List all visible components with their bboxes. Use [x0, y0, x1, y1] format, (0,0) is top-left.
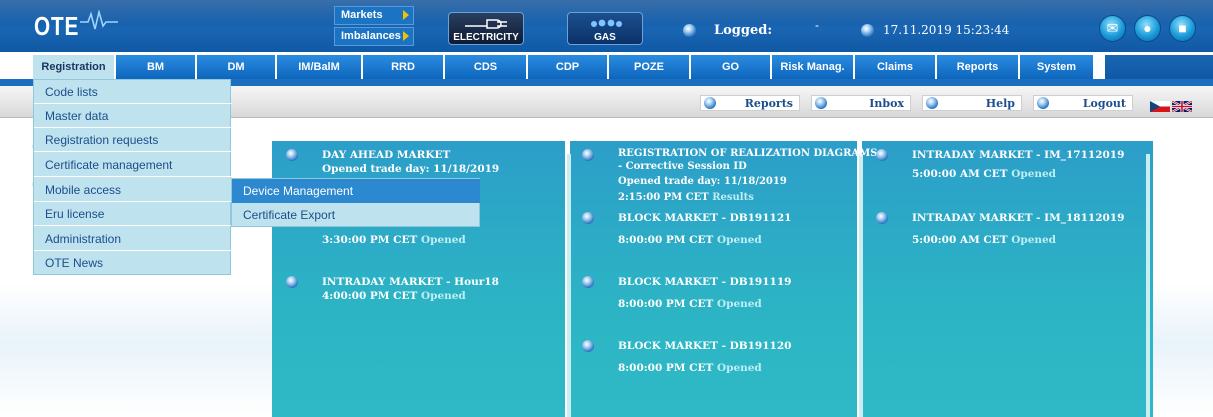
menu-item-ote-news[interactable]: OTE News — [34, 251, 232, 275]
nav-reports[interactable]: Reports — [937, 55, 1020, 79]
czech-flag-icon — [1150, 101, 1170, 112]
gas-button[interactable]: GAS — [567, 12, 643, 45]
menu-item-registration-requests[interactable]: Registration requests — [34, 128, 232, 152]
inbox-button[interactable]: Inbox — [811, 95, 911, 111]
logout-button[interactable]: Logout — [1033, 95, 1133, 111]
electricity-plug-icon — [465, 19, 507, 29]
language-flags-icon[interactable] — [1150, 101, 1192, 112]
nav-claims[interactable]: Claims — [855, 55, 937, 79]
logout-dot-icon — [1037, 97, 1049, 109]
menu-item-code-lists[interactable]: Code lists — [34, 80, 232, 104]
reports-dot-icon — [704, 97, 716, 109]
event-block-db191120: BLOCK MARKET - DB191120 8:00:00 PM CET O… — [582, 339, 791, 375]
registration-dropdown: Code lists Master data Registration requ… — [33, 79, 232, 275]
submenu-item-certificate-export[interactable]: Certificate Export — [232, 203, 480, 227]
event-block-db191119: BLOCK MARKET - DB191119 8:00:00 PM CET O… — [582, 275, 791, 311]
reports-button[interactable]: Reports — [700, 95, 800, 111]
nav-im-balm[interactable]: IM/BalM — [277, 55, 363, 79]
main-nav: Registration BM DM IM/BalM RRD CDS CDP P… — [33, 55, 1105, 79]
nav-risk-manag[interactable]: Risk Manag. — [772, 55, 855, 79]
menu-item-master-data[interactable]: Master data — [34, 104, 232, 128]
menu-item-mobile-access[interactable]: Mobile access — [34, 178, 232, 202]
top-header: OTE Markets Imbalances ELECTRICITY GAS L… — [0, 0, 1213, 52]
menu-item-eru-license[interactable]: Eru license — [34, 202, 232, 226]
menu-item-certificate-management[interactable]: Certificate management — [34, 153, 232, 177]
event-intraday-im18112019: INTRADAY MARKET - IM_18112019 5:00:00 AM… — [876, 211, 1124, 247]
panel-divider — [1146, 154, 1150, 417]
logged-label: Logged: — [714, 23, 773, 38]
menu-item-administration[interactable]: Administration — [34, 227, 232, 251]
arrow-right-icon — [403, 10, 409, 20]
logged-user: - — [815, 18, 819, 32]
event-block-db191121: BLOCK MARKET - DB191121 8:00:00 PM CET O… — [582, 211, 791, 247]
arrow-right-icon — [403, 31, 409, 41]
event-dot-icon — [876, 149, 888, 161]
event-dot-icon — [582, 276, 594, 288]
event-registration-diagrams: REGISTRATION OF REALIZATION DIAGRAMS - C… — [582, 148, 877, 204]
nav-rrd[interactable]: RRD — [363, 55, 445, 79]
nav-poze[interactable]: POZE — [609, 55, 691, 79]
event-intraday-im17112019: INTRADAY MARKET - IM_17112019 5:00:00 AM… — [876, 148, 1124, 181]
help-button[interactable]: Help — [922, 95, 1022, 111]
event-intraday-hour18: INTRADAY MARKET - Hour18 4:00:00 PM CET … — [286, 275, 499, 303]
nav-cdp[interactable]: CDP — [528, 55, 609, 79]
inbox-dot-icon — [815, 97, 827, 109]
nav-registration[interactable]: Registration — [33, 55, 116, 79]
status-dot-icon — [683, 24, 696, 37]
logo-wave-icon — [80, 10, 118, 30]
imbalances-button[interactable]: Imbalances — [334, 27, 414, 46]
nav-filler — [1105, 55, 1213, 79]
event-dot-icon — [286, 149, 298, 161]
event-dot-icon — [286, 276, 298, 288]
mail-icon[interactable]: ✉ — [1099, 15, 1126, 42]
clock-dot-icon — [861, 24, 874, 37]
nav-system[interactable]: System — [1020, 55, 1095, 79]
event-dot-icon — [582, 340, 594, 352]
windows-icon[interactable]: ■ — [1169, 15, 1196, 42]
event-dot-icon — [582, 149, 594, 161]
nav-go[interactable]: GO — [691, 55, 772, 79]
uk-flag-icon — [1171, 101, 1192, 112]
help-dot-icon — [926, 97, 938, 109]
nav-dm[interactable]: DM — [197, 55, 277, 79]
nav-bm[interactable]: BM — [116, 55, 197, 79]
event-day-ahead-market: DAY AHEAD MARKET Opened trade day: 11/18… — [286, 148, 499, 176]
event-dot-icon — [876, 212, 888, 224]
markets-button[interactable]: Markets — [334, 6, 414, 25]
gas-flame-icon — [591, 19, 622, 27]
electricity-button[interactable]: ELECTRICITY — [448, 12, 524, 45]
chat-icon[interactable]: ● — [1134, 15, 1161, 42]
panel-divider — [567, 154, 571, 417]
datetime: 17.11.2019 15:23:44 — [883, 23, 1010, 37]
ote-logo: OTE — [34, 11, 80, 41]
event-dot-icon — [582, 212, 594, 224]
nav-cds[interactable]: CDS — [445, 55, 528, 79]
event-day-ahead-time: 3:30:00 PM CET Opened — [322, 234, 466, 246]
mobile-access-submenu: Device Management Certificate Export — [231, 178, 480, 227]
submenu-item-device-management[interactable]: Device Management — [232, 179, 480, 203]
